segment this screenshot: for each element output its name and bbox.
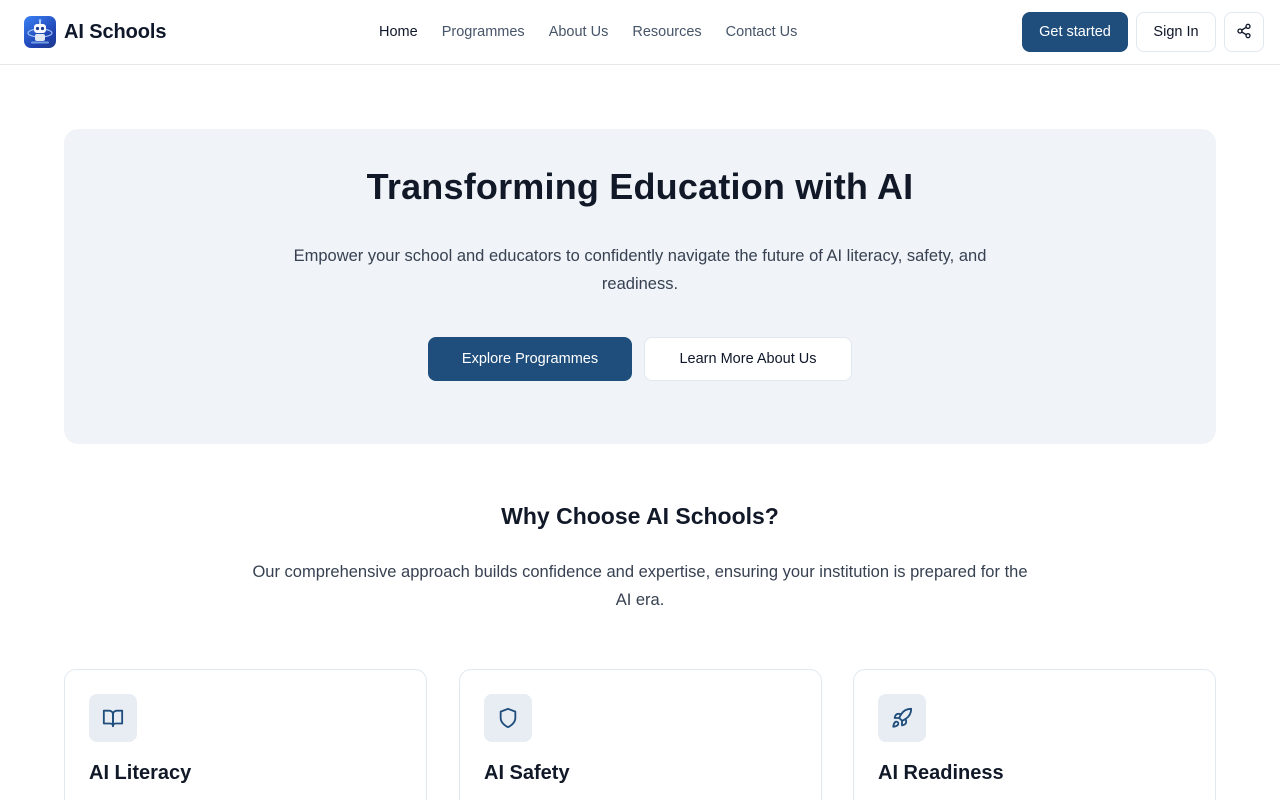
- shield-icon: [484, 694, 532, 742]
- nav-item-programmes[interactable]: Programmes: [442, 22, 525, 42]
- learn-more-button[interactable]: Learn More About Us: [644, 337, 852, 381]
- get-started-button[interactable]: Get started: [1022, 12, 1128, 52]
- feature-card-title: AI Literacy: [89, 762, 192, 784]
- sign-in-button[interactable]: Sign In: [1136, 12, 1216, 52]
- site-header: AI Schools Home Programmes About Us Reso…: [0, 0, 1280, 65]
- main-nav: Home Programmes About Us Resources Conta…: [379, 22, 797, 42]
- book-open-icon: [89, 694, 137, 742]
- why-section-subtitle: Our comprehensive approach builds confid…: [252, 563, 1028, 609]
- hero-subtitle: Empower your school and educators to con…: [293, 247, 987, 293]
- feature-card-ai-safety: AI Safety: [459, 669, 822, 800]
- nav-item-home[interactable]: Home: [379, 22, 418, 42]
- share-icon: [1236, 23, 1252, 42]
- rocket-icon: [878, 694, 926, 742]
- feature-card-ai-literacy: AI Literacy: [64, 669, 427, 800]
- feature-card-title: AI Safety: [484, 762, 570, 784]
- share-button[interactable]: [1224, 12, 1264, 52]
- why-section-title: Why Choose AI Schools?: [501, 503, 779, 529]
- nav-item-resources[interactable]: Resources: [632, 22, 701, 42]
- robot-logo-icon: [24, 16, 56, 48]
- nav-item-about-us[interactable]: About Us: [549, 22, 609, 42]
- nav-item-contact-us[interactable]: Contact Us: [726, 22, 798, 42]
- feature-card-ai-readiness: AI Readiness: [853, 669, 1216, 800]
- feature-card-title: AI Readiness: [878, 762, 1004, 784]
- brand-logo-link[interactable]: AI Schools: [24, 16, 166, 48]
- hero-title: Transforming Education with AI: [366, 166, 914, 207]
- brand-name: AI Schools: [64, 20, 167, 43]
- explore-programmes-button[interactable]: Explore Programmes: [428, 337, 632, 381]
